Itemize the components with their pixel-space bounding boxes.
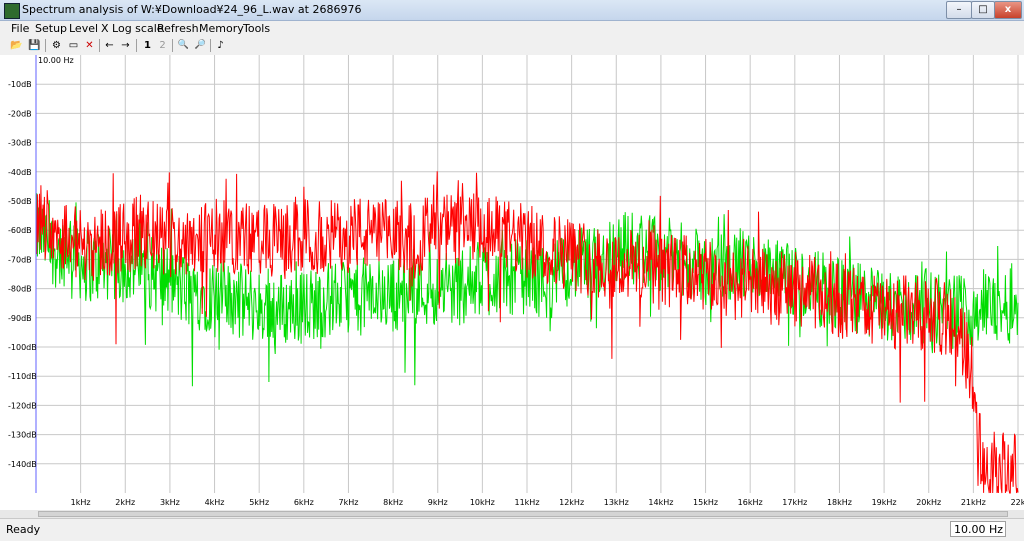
menu-refresh[interactable]: Refresh: [157, 22, 199, 35]
cursor-icon[interactable]: ✕: [82, 38, 97, 53]
toolbar-separator: [136, 39, 137, 52]
x-tick-label: 17kHz: [782, 498, 807, 507]
open-icon[interactable]: 📂: [9, 38, 24, 53]
minimize-button[interactable]: –: [946, 1, 972, 19]
x-tick-label: 18kHz: [827, 498, 852, 507]
settings-icon[interactable]: ⚙: [49, 38, 64, 53]
x-tick-label: 22k: [1011, 498, 1024, 507]
y-tick-label: -30dB: [8, 139, 32, 148]
x-tick-label: 11kHz: [514, 498, 539, 507]
back-arrow-icon[interactable]: ←: [102, 38, 117, 53]
close-button[interactable]: x: [994, 1, 1022, 19]
y-tick-label: -80dB: [8, 285, 32, 294]
y-tick-label: -140dB: [8, 460, 37, 469]
x-tick-label: 19kHz: [872, 498, 897, 507]
y-axis-ticks: -10dB -20dB -30dB -40dB -50dB -60dB -70dB -80dB…: [8, 80, 37, 469]
toolbar-separator: [210, 39, 211, 52]
y-tick-label: -50dB: [8, 197, 32, 206]
x-tick-label: 3kHz: [160, 498, 180, 507]
horizontal-scrollbar[interactable]: [0, 510, 1024, 518]
menu-x-log-scale[interactable]: X Log scale: [101, 22, 164, 35]
y-tick-label: -70dB: [8, 255, 32, 264]
x-tick-label: 14kHz: [648, 498, 673, 507]
x-tick-label: 7kHz: [338, 498, 358, 507]
menu-setup[interactable]: Setup: [35, 22, 67, 35]
zoom-in-icon[interactable]: 🔍: [176, 38, 191, 53]
x-tick-label: 1kHz: [71, 498, 91, 507]
y-tick-label: -130dB: [8, 431, 37, 440]
x-tick-label: 8kHz: [383, 498, 403, 507]
forward-arrow-icon[interactable]: →: [118, 38, 133, 53]
status-frequency: 10.00 Hz: [950, 521, 1006, 537]
x-tick-label: 20kHz: [916, 498, 941, 507]
bars-icon[interactable]: ▭: [66, 38, 81, 53]
toolbar-separator: [99, 39, 100, 52]
maximize-button[interactable]: □: [971, 1, 995, 19]
view-1-button[interactable]: 1: [140, 38, 155, 53]
x-tick-label: 6kHz: [294, 498, 314, 507]
x-tick-label: 12kHz: [559, 498, 584, 507]
y-tick-label: -90dB: [8, 314, 32, 323]
x-tick-label: 9kHz: [428, 498, 448, 507]
menu-level[interactable]: Level: [69, 22, 98, 35]
note-icon[interactable]: ♪: [213, 38, 228, 53]
scrollbar-thumb[interactable]: [38, 511, 1008, 517]
status-text: Ready: [6, 523, 41, 536]
x-axis-ticks: 1kHz 2kHz 3kHz 4kHz 5kHz 6kHz 7kHz 8kHz 9kHz 10kH…: [71, 498, 1024, 507]
toolbar-separator: [172, 39, 173, 52]
y-tick-label: -120dB: [8, 401, 37, 410]
y-tick-label: -110dB: [8, 372, 37, 381]
y-tick-label: -100dB: [8, 343, 37, 352]
menu-file[interactable]: File: [11, 22, 29, 35]
view-2-button[interactable]: 2: [155, 38, 170, 53]
x-tick-label: 21kHz: [961, 498, 986, 507]
menu-bar: File Setup Level X Log scale Refresh Mem…: [0, 21, 1024, 37]
x-tick-label: 13kHz: [604, 498, 629, 507]
x-tick-label: 5kHz: [249, 498, 269, 507]
x-tick-label: 2kHz: [115, 498, 135, 507]
x-tick-label: 16kHz: [738, 498, 763, 507]
x-tick-label: 4kHz: [205, 498, 225, 507]
toolbar-separator: [45, 39, 46, 52]
status-bar: Ready 10.00 Hz: [0, 518, 1024, 541]
cursor-label: 10.00 Hz: [38, 56, 74, 65]
y-tick-label: -40dB: [8, 168, 32, 177]
title-bar: Spectrum analysis of W:¥Download¥24_96_L…: [0, 0, 1024, 21]
y-tick-label: -20dB: [8, 109, 32, 118]
menu-memory[interactable]: Memory: [199, 22, 244, 35]
toolbar: 📂 💾 ⚙ ▭ ✕ ← → 1 2 🔍 🔎 ♪: [0, 37, 1024, 56]
x-tick-label: 15kHz: [693, 498, 718, 507]
window-title: Spectrum analysis of W:¥Download¥24_96_L…: [22, 3, 362, 16]
menu-tools[interactable]: Tools: [243, 22, 270, 35]
zoom-out-icon[interactable]: 🔎: [193, 38, 208, 53]
save-icon[interactable]: 💾: [27, 38, 42, 53]
x-tick-label: 10kHz: [470, 498, 495, 507]
spectrum-chart-area[interactable]: 10.00 Hz -10dB -20dB -30dB -40dB -50dB -60dB -…: [0, 55, 1024, 510]
app-icon: [4, 3, 20, 19]
spectrum-chart[interactable]: 10.00 Hz -10dB-20dB-30dB-40dB-50dB-60dB-…: [0, 55, 1024, 510]
y-tick-label: -10dB: [8, 80, 32, 89]
y-tick-label: -60dB: [8, 226, 32, 235]
